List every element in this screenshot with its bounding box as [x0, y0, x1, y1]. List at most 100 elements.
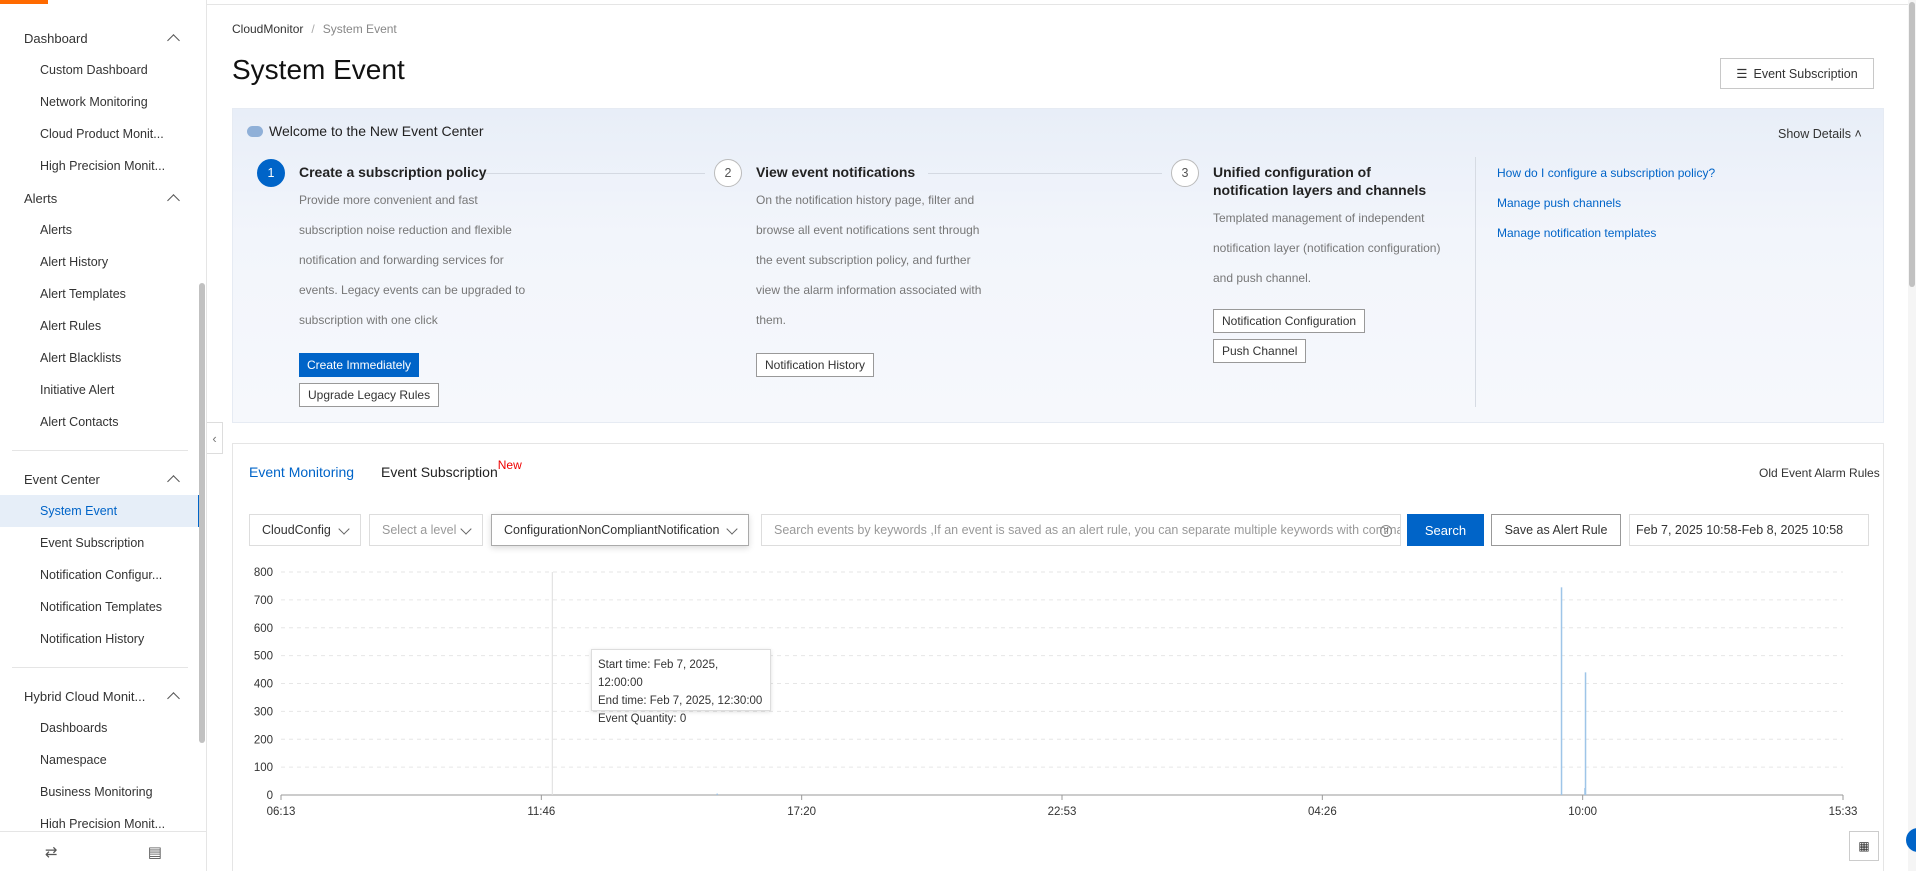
sidebar-item-network-monitoring[interactable]: Network Monitoring: [0, 86, 200, 118]
sidebar-item-custom-dashboard[interactable]: Custom Dashboard: [0, 54, 200, 86]
chevron-up-icon: ˄: [1854, 127, 1862, 141]
sidebar-item-alert-rules[interactable]: Alert Rules: [0, 310, 200, 342]
page-title: System Event: [232, 54, 405, 85]
sidebar-group-alerts[interactable]: Alerts: [0, 182, 200, 214]
sidebar-item-initiative-alert[interactable]: Initiative Alert: [0, 374, 200, 406]
cloud-icon: [247, 125, 263, 137]
sidebar-item-alert-templates[interactable]: Alert Templates: [0, 278, 200, 310]
top-divider: [207, 4, 1916, 5]
sidebar-nav: Dashboard Custom Dashboard Network Monit…: [0, 22, 200, 828]
sidebar-item-cloud-product-monitoring[interactable]: Cloud Product Monit...: [0, 118, 200, 150]
chart-bar: [716, 793, 718, 795]
sidebar-item-notification-configuration[interactable]: Notification Configur...: [0, 559, 200, 591]
chart-tooltip: Start time: Feb 7, 2025, 12:00:00 End ti…: [591, 649, 771, 725]
chart-bar: [1584, 788, 1586, 795]
y-tick-label: 400: [254, 679, 273, 691]
event-subscription-button[interactable]: ☰ Event Subscription: [1720, 58, 1874, 89]
sidebar-item-alert-blacklists[interactable]: Alert Blacklists: [0, 342, 200, 374]
product-select[interactable]: CloudConfig: [249, 514, 361, 546]
welcome-panel: Welcome to the New Event Center Show Det…: [232, 108, 1884, 423]
event-chart: 0 100 200 300 400 500 600 700 800 06:13 11:46 17:20…: [254, 567, 1858, 818]
sidebar-group-event-center[interactable]: Event Center: [0, 463, 200, 495]
tooltip-quantity: Event Quantity: 0: [598, 713, 687, 725]
help-icon[interactable]: ?: [1380, 525, 1392, 537]
step-2: 2 View event notifications On the notifi…: [714, 159, 1174, 419]
y-tick-label: 700: [254, 595, 273, 607]
notification-history-button[interactable]: Notification History: [756, 353, 875, 377]
step-title: Create a subscription policy: [299, 164, 487, 180]
sidebar-item-system-event[interactable]: System Event: [0, 495, 200, 527]
sidebar-item-dashboards[interactable]: Dashboards: [0, 712, 200, 744]
chevron-down-icon: [338, 523, 350, 535]
sidebar: Dashboard Custom Dashboard Network Monit…: [0, 0, 207, 871]
sidebar-item-business-monitoring[interactable]: Business Monitoring: [0, 776, 200, 808]
y-tick-label: 300: [254, 706, 273, 718]
search-input[interactable]: Search events by keywords ,If an event i…: [761, 514, 1401, 546]
sidebar-item-namespace[interactable]: Namespace: [0, 744, 200, 776]
date-range-picker[interactable]: Feb 7, 2025 10:58-Feb 8, 2025 10:58: [1629, 514, 1869, 546]
feedback-icon[interactable]: ▤: [148, 843, 162, 861]
notification-configuration-button[interactable]: Notification Configuration: [1213, 309, 1366, 333]
page-scrollbar-thumb[interactable]: [1909, 2, 1915, 287]
collapse-sidebar-button[interactable]: ‹: [207, 422, 223, 454]
sidebar-divider: [12, 667, 188, 668]
y-tick-label: 100: [254, 762, 273, 774]
sidebar-item-high-precision-monitoring[interactable]: High Precision Monit...: [0, 150, 200, 182]
monitoring-panel: Event Monitoring Event SubscriptionNew O…: [232, 443, 1884, 871]
sidebar-item-alert-history[interactable]: Alert History: [0, 246, 200, 278]
push-channel-button[interactable]: Push Channel: [1213, 339, 1307, 363]
upgrade-legacy-rules-button[interactable]: Upgrade Legacy Rules: [299, 383, 440, 407]
show-details-toggle[interactable]: Show Details ˄: [1778, 127, 1862, 141]
y-tick-label: 800: [254, 567, 273, 579]
sidebar-item-alerts[interactable]: Alerts: [0, 214, 200, 246]
save-as-alert-rule-button[interactable]: Save as Alert Rule: [1491, 514, 1621, 546]
swap-icon[interactable]: ⇄: [45, 843, 58, 861]
step-3: 3 Unified configuration of notification …: [1171, 159, 1471, 419]
sidebar-item-high-precision-monitoring-2[interactable]: High Precision Monit...: [0, 808, 200, 828]
manage-notification-templates-link[interactable]: Manage notification templates: [1497, 226, 1656, 240]
sidebar-footer: ⇄ ▤: [0, 831, 207, 871]
step-number: 2: [714, 159, 742, 187]
list-icon: ☰: [1736, 67, 1748, 81]
sidebar-item-alert-contacts[interactable]: Alert Contacts: [0, 406, 200, 438]
sidebar-group-dashboard[interactable]: Dashboard: [0, 22, 200, 54]
welcome-title: Welcome to the New Event Center: [247, 123, 484, 139]
step-1: 1 Create a subscription policy Provide m…: [257, 159, 717, 419]
y-tick-label: 600: [254, 623, 273, 635]
chevron-up-icon: [167, 475, 180, 488]
old-event-alarm-rules-link[interactable]: Old Event Alarm Rules: [1759, 466, 1880, 480]
breadcrumb-cloudmonitor[interactable]: CloudMonitor: [232, 22, 303, 36]
tooltip-end: End time: Feb 7, 2025, 12:30:00: [598, 695, 763, 707]
search-button[interactable]: Search: [1407, 514, 1484, 546]
step-number: 1: [257, 159, 285, 187]
step-description: Provide more convenient and fast subscri…: [299, 193, 526, 327]
y-tick-label: 0: [267, 790, 273, 802]
sidebar-item-event-subscription[interactable]: Event Subscription: [0, 527, 200, 559]
x-tick-label: 17:20: [787, 806, 816, 818]
manage-push-channels-link[interactable]: Manage push channels: [1497, 196, 1621, 210]
step-title: View event notifications: [756, 164, 916, 180]
create-immediately-button[interactable]: Create Immediately: [299, 353, 420, 377]
page-scrollbar[interactable]: [1908, 0, 1916, 871]
x-tick-label: 06:13: [267, 806, 296, 818]
tooltip-start: Start time: Feb 7, 2025, 12:00:00: [598, 659, 719, 689]
sidebar-scrollbar[interactable]: [199, 283, 205, 743]
chevron-down-icon: [460, 523, 472, 535]
tab-event-monitoring[interactable]: Event Monitoring: [249, 464, 354, 480]
sidebar-item-notification-history[interactable]: Notification History: [0, 623, 200, 655]
event-name-select[interactable]: ConfigurationNonCompliantNotification: [491, 514, 749, 546]
step-connector: [928, 173, 1162, 174]
sidebar-group-hybrid-cloud[interactable]: Hybrid Cloud Monit...: [0, 680, 200, 712]
level-select[interactable]: Select a level: [369, 514, 483, 546]
x-tick-label: 11:46: [527, 806, 555, 818]
chevron-up-icon: [167, 194, 180, 207]
configure-policy-link[interactable]: How do I configure a subscription policy…: [1497, 166, 1715, 180]
new-badge: New: [497, 458, 522, 472]
chevron-up-icon: [167, 34, 180, 47]
welcome-divider: [1475, 157, 1476, 407]
breadcrumb-separator: /: [311, 22, 315, 36]
tab-event-subscription[interactable]: Event SubscriptionNew: [381, 458, 522, 480]
sidebar-divider: [12, 450, 188, 451]
grid-view-icon[interactable]: ▦: [1849, 831, 1879, 861]
sidebar-item-notification-templates[interactable]: Notification Templates: [0, 591, 200, 623]
